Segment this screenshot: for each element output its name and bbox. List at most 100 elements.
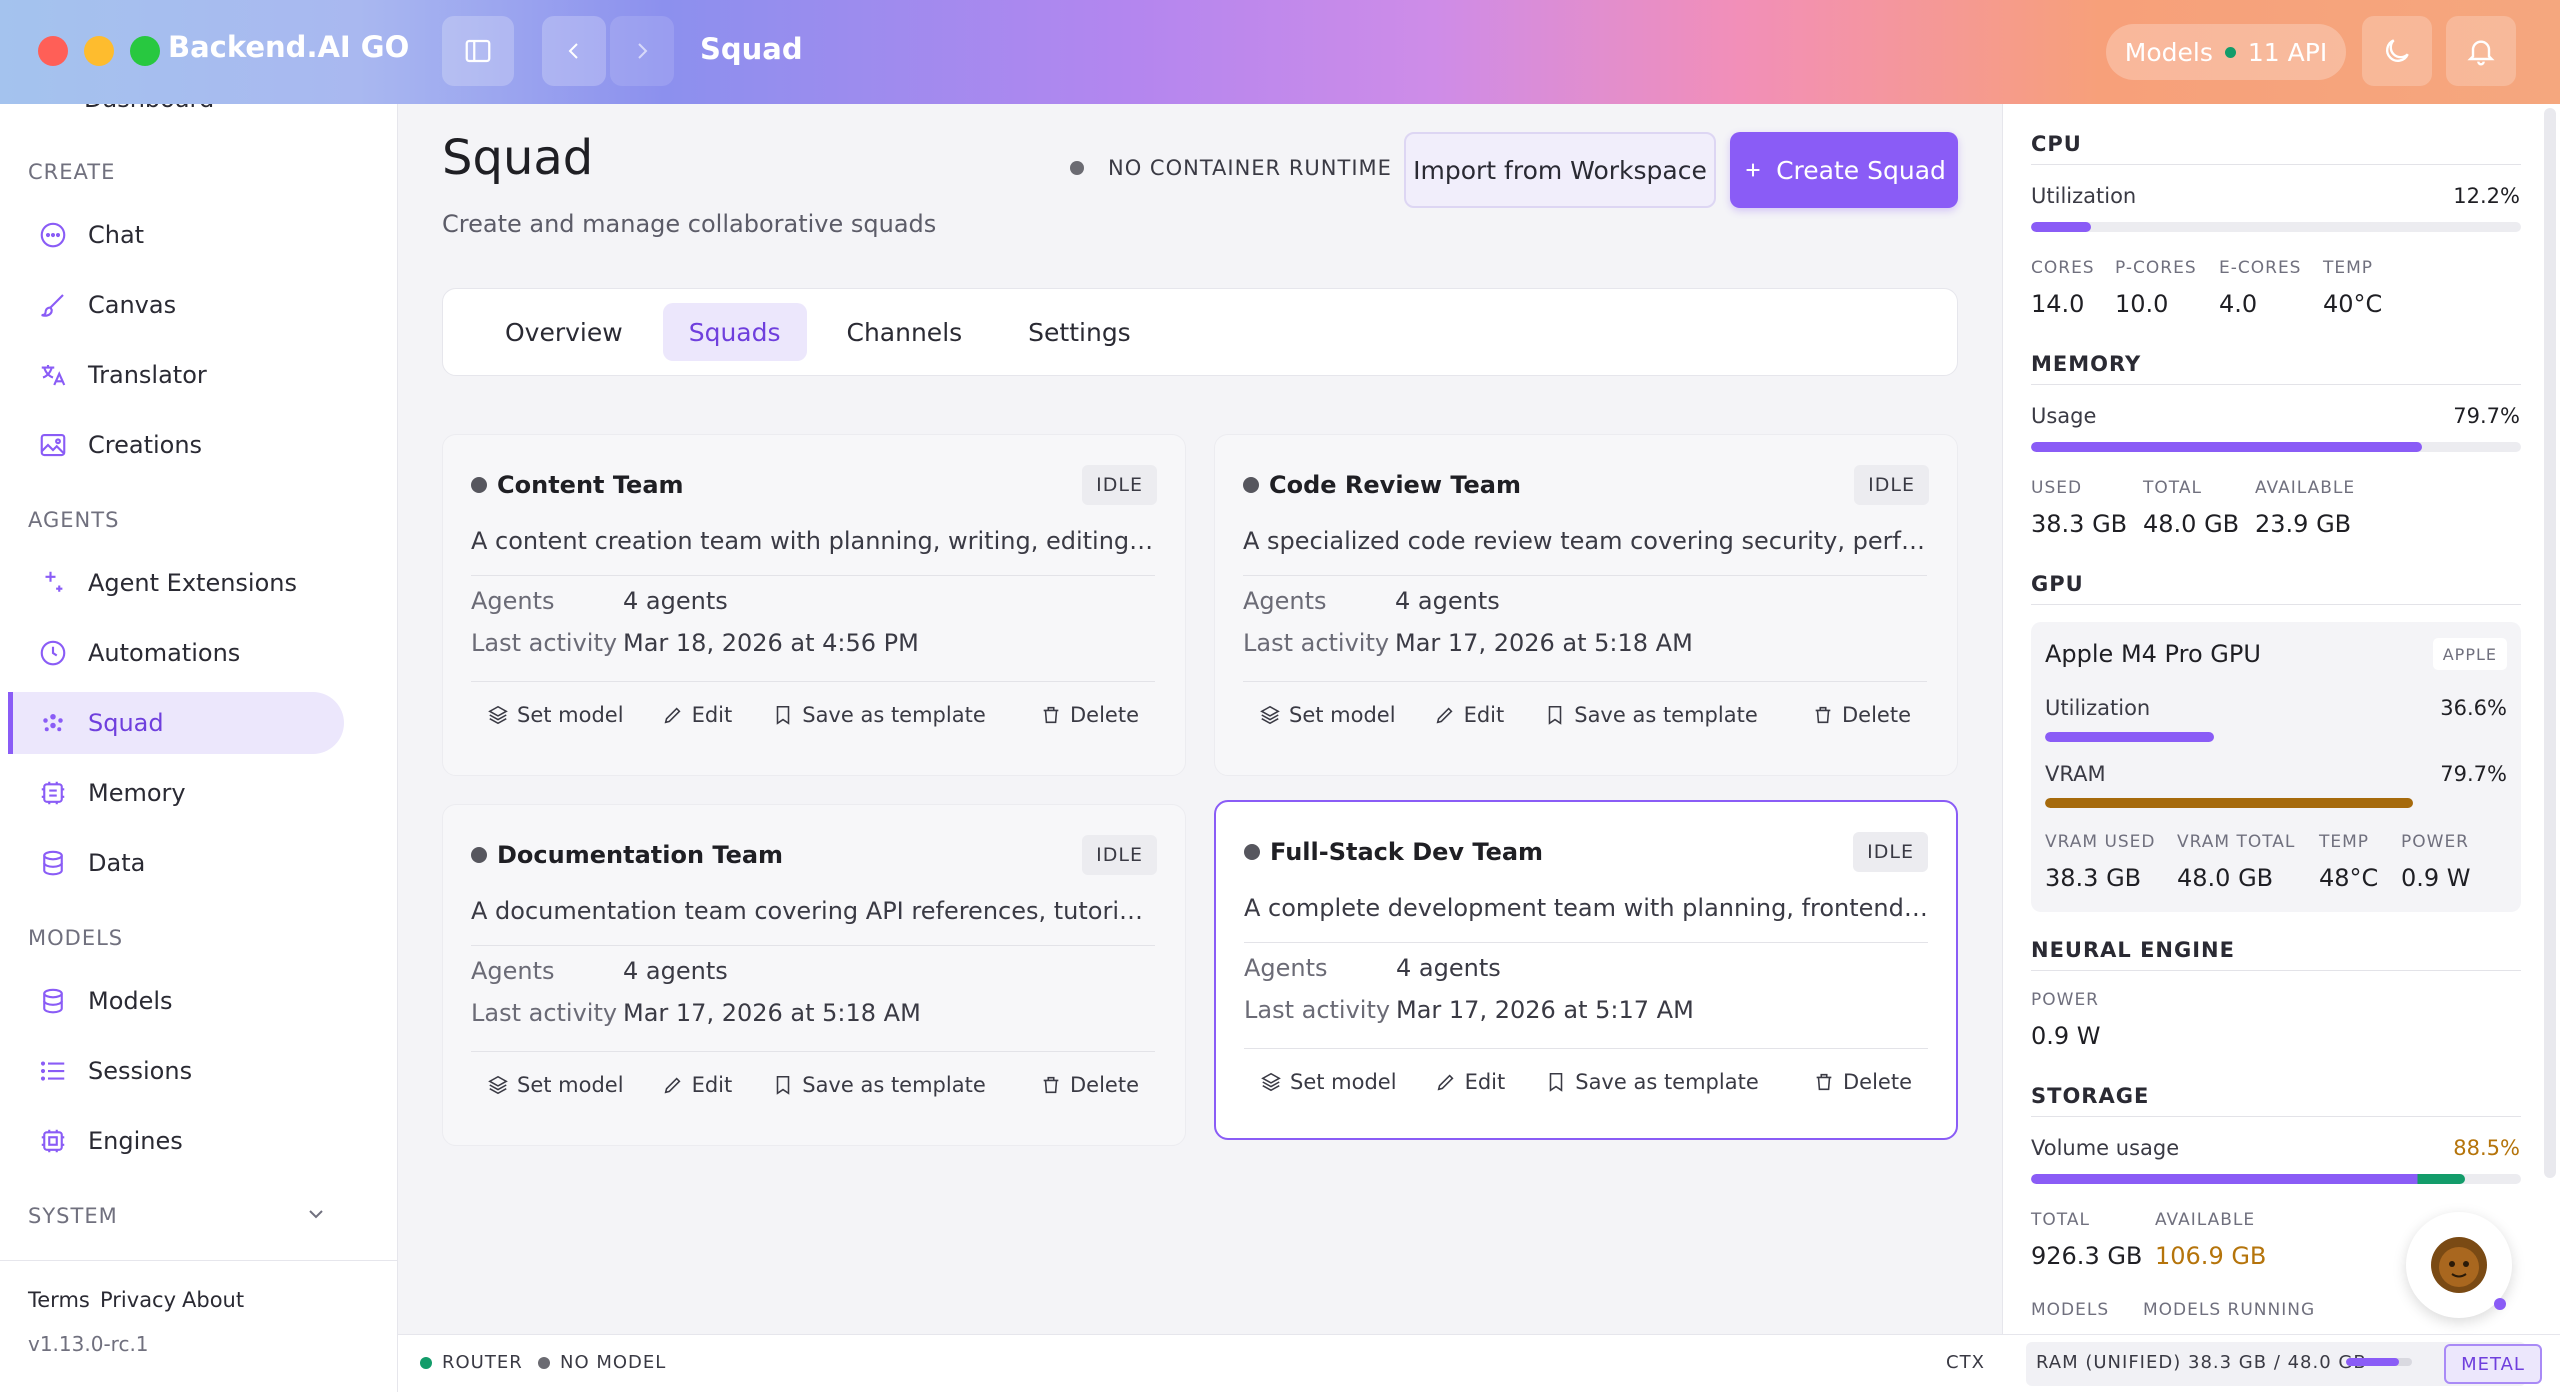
card-actions: Set model Edit Save as template Delete xyxy=(1244,1070,1928,1094)
delete-button[interactable]: Delete xyxy=(1040,703,1139,727)
sidebar-item-dashboard[interactable]: Dashboard xyxy=(84,104,284,116)
model-status[interactable]: NO MODEL xyxy=(538,1352,666,1373)
sidebar-item-canvas[interactable]: Canvas xyxy=(8,274,344,336)
tab-squads[interactable]: Squads xyxy=(662,303,807,361)
panel-scrollbar[interactable] xyxy=(2544,108,2556,1178)
models-status-pill[interactable]: Models 11 API xyxy=(2106,24,2346,80)
terms-link[interactable]: Terms xyxy=(28,1288,90,1312)
set-model-button[interactable]: Set model xyxy=(487,1073,624,1097)
privacy-link[interactable]: Privacy xyxy=(100,1288,176,1312)
close-window-button[interactable] xyxy=(38,36,68,66)
create-squad-button[interactable]: Create Squad xyxy=(1730,132,1958,208)
last-activity-value: Mar 17, 2026 at 5:17 AM xyxy=(1396,996,1694,1024)
sidebar-item-sessions[interactable]: Sessions xyxy=(8,1040,344,1102)
memory-used-label: USED xyxy=(2031,478,2083,498)
pcores-label: P-CORES xyxy=(2115,258,2197,278)
brush-icon xyxy=(41,294,64,317)
gpu-util-value: 36.6% xyxy=(2440,696,2507,720)
delete-button[interactable]: Delete xyxy=(1813,1070,1912,1094)
sidebar-item-creations[interactable]: Creations xyxy=(8,414,344,476)
system-section-toggle[interactable] xyxy=(304,1202,328,1230)
status-dot xyxy=(471,477,487,493)
section-models: MODELS xyxy=(28,926,124,950)
vram-bar-fill xyxy=(2045,798,2414,808)
tab-overview[interactable]: Overview xyxy=(479,303,649,361)
neural-power-value: 0.9 W xyxy=(2031,1022,2101,1050)
save-as-template-button[interactable]: Save as template xyxy=(1544,703,1758,727)
divider xyxy=(1243,681,1927,682)
sidebar-item-squad[interactable]: Squad xyxy=(8,692,344,754)
cores-value: 14.0 xyxy=(2031,290,2085,318)
neural-engine-section-title: NEURAL ENGINE xyxy=(2031,938,2235,962)
save-as-template-button[interactable]: Save as template xyxy=(772,1073,986,1097)
set-model-button[interactable]: Set model xyxy=(1259,703,1396,727)
squad-card-full-stack-dev-team[interactable]: Full-Stack Dev Team IDLE A complete deve… xyxy=(1214,800,1958,1140)
sidebar-item-memory[interactable]: Memory xyxy=(8,762,344,824)
notifications-button[interactable] xyxy=(2446,16,2516,86)
sidebar-item-label: Creations xyxy=(88,431,203,459)
chat-bubble-icon xyxy=(40,222,66,248)
router-status[interactable]: ROUTER xyxy=(420,1352,523,1373)
delete-button[interactable]: Delete xyxy=(1812,703,1911,727)
ram-usage-bar xyxy=(2346,1358,2412,1366)
about-link[interactable]: About xyxy=(182,1288,244,1312)
gpu-vendor-badge: APPLE xyxy=(2432,638,2507,670)
save-template-label: Save as template xyxy=(1575,1070,1759,1094)
toggle-sidebar-button[interactable] xyxy=(442,16,514,86)
memory-usage-bar xyxy=(2031,442,2521,452)
squad-card-documentation-team[interactable]: Documentation Team IDLE A documentation … xyxy=(442,804,1186,1146)
sidebar-item-label: Models xyxy=(88,987,173,1015)
squad-card-code-review-team[interactable]: Code Review Team IDLE A specialized code… xyxy=(1214,434,1958,776)
trash-icon xyxy=(1815,706,1831,724)
sidebar-item-label: Translator xyxy=(88,361,207,389)
edit-button[interactable]: Edit xyxy=(1435,1070,1505,1094)
storage-usage-bar xyxy=(2031,1174,2521,1184)
memory-total-value: 48.0 GB xyxy=(2143,510,2240,538)
trash-icon xyxy=(1816,1073,1832,1091)
edit-button[interactable]: Edit xyxy=(662,1073,732,1097)
models-count-label: MODELS xyxy=(2031,1300,2110,1320)
vram-value: 79.7% xyxy=(2440,762,2507,786)
set-model-button[interactable]: Set model xyxy=(1260,1070,1397,1094)
memory-chip-icon xyxy=(41,781,65,805)
back-button[interactable] xyxy=(542,16,606,86)
edit-button[interactable]: Edit xyxy=(662,703,733,727)
sidebar-item-translator[interactable]: Translator xyxy=(8,344,344,406)
sidebar-item-models[interactable]: Models xyxy=(8,970,344,1032)
agents-label: Agents xyxy=(471,587,555,615)
divider xyxy=(2031,164,2521,165)
tab-settings[interactable]: Settings xyxy=(1002,303,1157,361)
theme-toggle-button[interactable] xyxy=(2362,16,2432,86)
minimize-window-button[interactable] xyxy=(84,36,114,66)
card-header: Documentation Team xyxy=(471,841,783,869)
zoom-window-button[interactable] xyxy=(130,36,160,66)
agents-label: Agents xyxy=(1244,954,1328,982)
edit-label: Edit xyxy=(691,703,733,727)
save-as-template-button[interactable]: Save as template xyxy=(1545,1070,1759,1094)
set-model-button[interactable]: Set model xyxy=(487,703,624,727)
delete-button[interactable]: Delete xyxy=(1040,1073,1139,1097)
sidebar-item-label: Engines xyxy=(88,1127,183,1155)
forward-button[interactable] xyxy=(610,16,674,86)
edit-button[interactable]: Edit xyxy=(1434,703,1504,727)
sidebar-item-engines[interactable]: Engines xyxy=(8,1110,344,1172)
router-label: ROUTER xyxy=(442,1352,523,1373)
sidebar-item-data[interactable]: Data xyxy=(8,832,344,894)
set-model-label: Set model xyxy=(1290,1070,1397,1094)
sidebar-item-agent-extensions[interactable]: Agent Extensions xyxy=(8,552,344,614)
sidebar-item-chat[interactable]: Chat xyxy=(8,204,344,266)
gpu-name: Apple M4 Pro GPU xyxy=(2045,640,2261,668)
delete-label: Delete xyxy=(1070,703,1139,727)
storage-available-value: 106.9 GB xyxy=(2155,1242,2267,1270)
vram-used-value: 38.3 GB xyxy=(2045,864,2142,892)
sidebar-item-automations[interactable]: Automations xyxy=(8,622,344,684)
storage-usage-label: Volume usage xyxy=(2031,1136,2180,1160)
squad-card-content-team[interactable]: Content Team IDLE A content creation tea… xyxy=(442,434,1186,776)
metal-backend-badge[interactable]: METAL xyxy=(2444,1344,2542,1384)
assistant-avatar-button[interactable] xyxy=(2406,1212,2512,1318)
save-as-template-button[interactable]: Save as template xyxy=(772,703,986,727)
cpu-icon xyxy=(41,1129,65,1153)
import-from-workspace-button[interactable]: Import from Workspace xyxy=(1404,132,1716,208)
api-status-dot xyxy=(2224,46,2236,58)
tab-channels[interactable]: Channels xyxy=(821,303,989,361)
